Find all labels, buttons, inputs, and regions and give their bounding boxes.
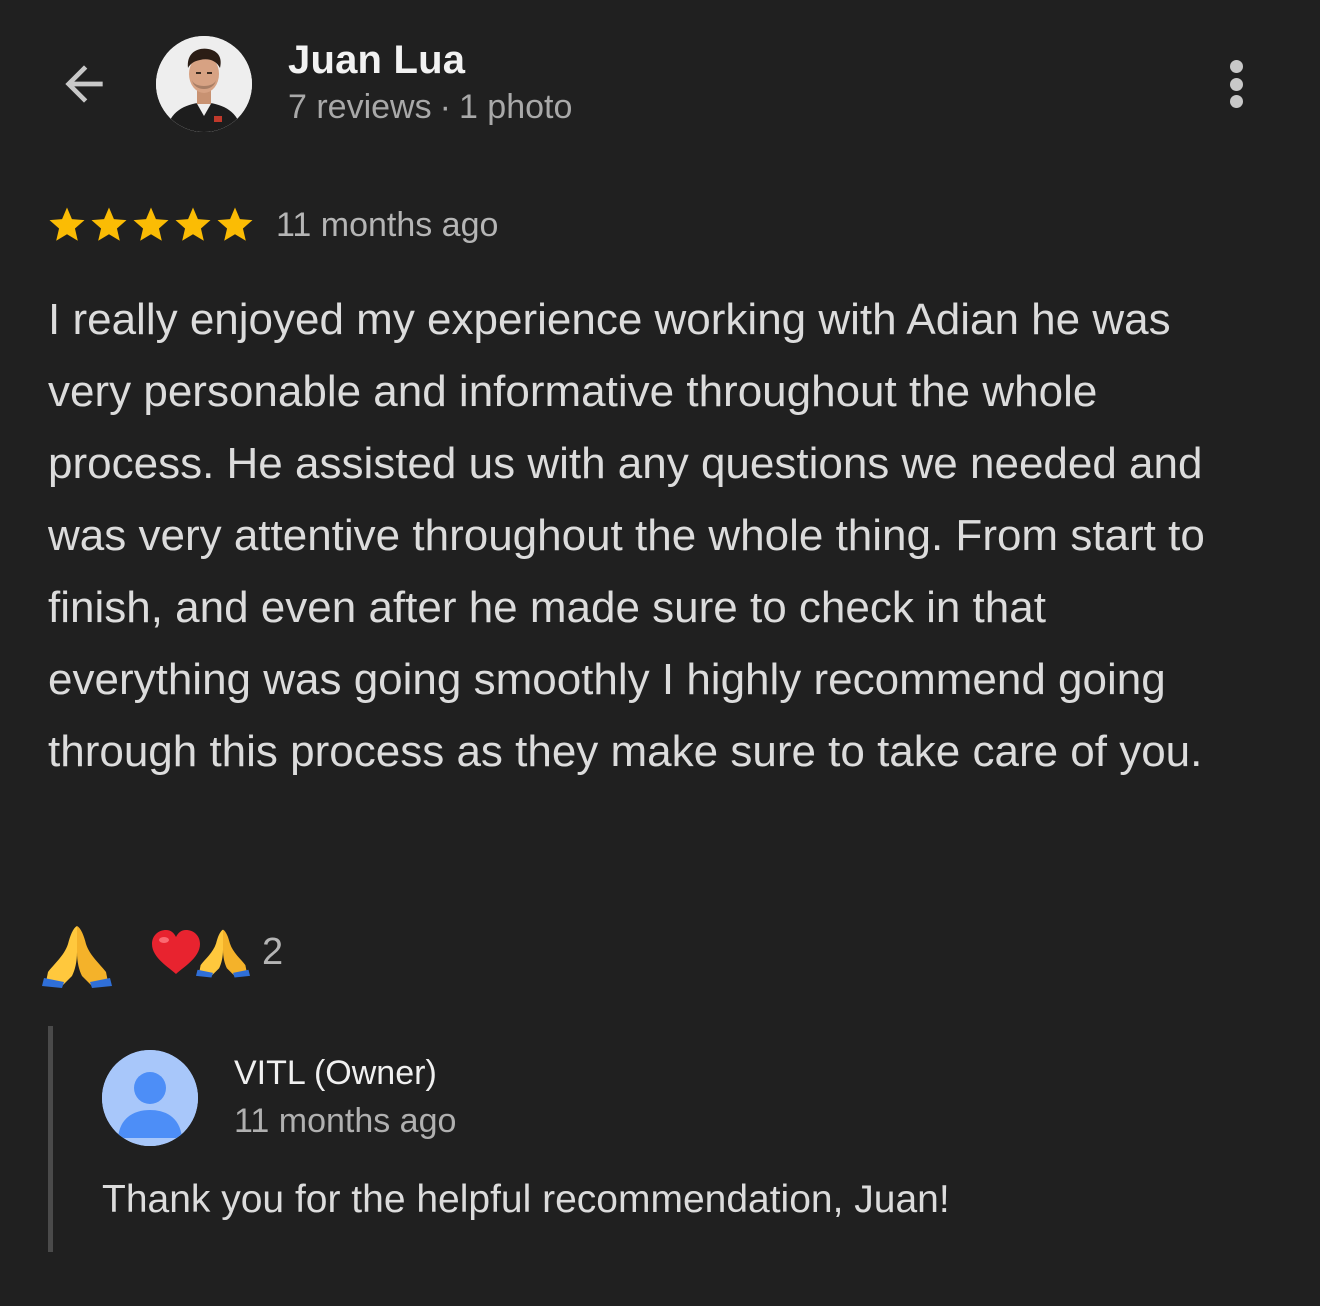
reviewer-meta: 7 reviews · 1 photo [288, 88, 572, 127]
photos-count: 1 photo [458, 88, 573, 126]
more-vert-icon-dot [1229, 95, 1243, 108]
reviews-count: 7 reviews [288, 88, 432, 126]
owner-avatar [102, 1050, 198, 1146]
star-rating [46, 204, 256, 246]
star-icon [133, 207, 169, 241]
owner-reply-time: 11 months ago [234, 1102, 457, 1140]
owner-name: VITL (Owner) [234, 1054, 437, 1092]
meta-separator: · [439, 88, 451, 126]
person-icon [102, 1050, 198, 1146]
folded-hands-icon [196, 929, 250, 978]
more-vert-icon-dot [1229, 60, 1243, 73]
owner-reply-text: Thank you for the helpful recommendation… [102, 1178, 950, 1221]
react-button[interactable] [42, 922, 112, 988]
profile-photo [156, 36, 252, 132]
reviewer-name[interactable]: Juan Lua [288, 38, 465, 83]
heart-icon [152, 930, 200, 974]
reply-divider [48, 1026, 53, 1252]
review-text: I really enjoyed my experience working w… [48, 295, 1205, 776]
reactions-summary[interactable]: 2 [150, 926, 283, 978]
arrow-left-icon [65, 65, 103, 103]
folded-hands-icon [42, 926, 112, 988]
star-icon [91, 207, 127, 241]
back-button[interactable] [52, 52, 116, 116]
reviewer-avatar[interactable] [156, 36, 252, 132]
star-icon [49, 207, 85, 241]
review-time: 11 months ago [276, 206, 499, 244]
star-icon [175, 207, 211, 241]
more-vert-icon-dot [1229, 77, 1243, 91]
star-icon [217, 207, 253, 241]
more-options-button[interactable] [1212, 56, 1260, 112]
reaction-count: 2 [262, 930, 284, 973]
